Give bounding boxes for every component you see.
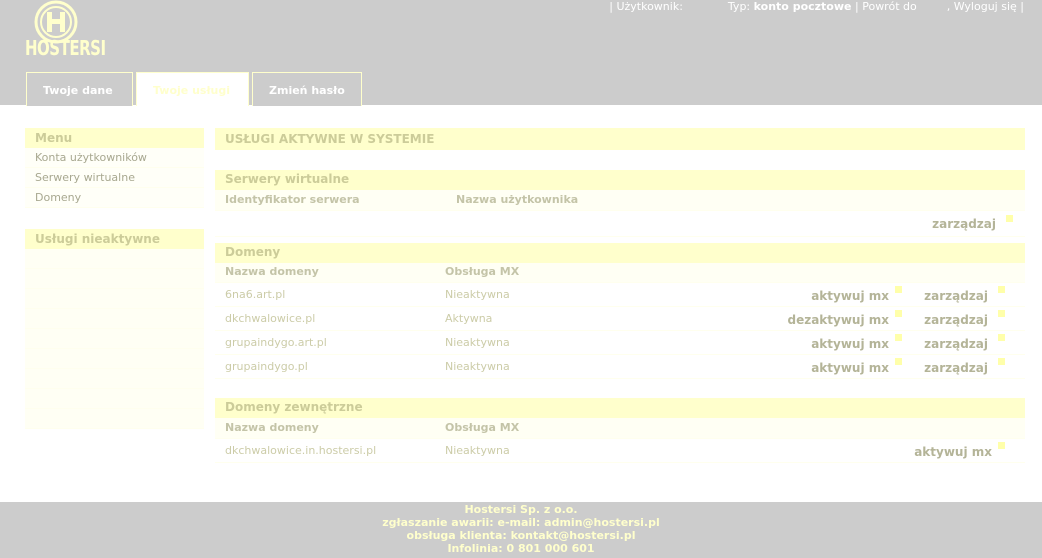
domain-mx-status: Nieaktywna [445, 288, 510, 301]
back-link[interactable]: Powrót do [862, 0, 917, 13]
domain-name: 6na6.art.pl [225, 288, 286, 301]
manage-square-icon [998, 310, 1005, 317]
domain-row: grupaindygo.art.pl Nieaktywna aktywuj mx… [215, 331, 1025, 355]
servers-section-title: Serwery wirtualne [215, 170, 1025, 190]
col-mx: Obsługa MX [445, 265, 520, 278]
manage-domain-link[interactable]: zarządzaj [924, 313, 988, 327]
user-topbar: | Użytkownik: Typ: konto pocztowe | Powr… [609, 0, 1024, 13]
manage-domain-link[interactable]: zarządzaj [924, 337, 988, 351]
sidebar-inactive-item[interactable] [25, 269, 204, 289]
sidebar: Menu Konta użytkowników Serwery wirtualn… [25, 128, 204, 429]
footer-hotline: Infolinia: 0 801 000 601 [447, 542, 595, 555]
sidebar-inactive-item[interactable] [25, 389, 204, 409]
footer-company: Hostersi Sp. z o.o. [464, 503, 578, 516]
domain-row: dkchwalowice.pl Aktywna dezaktywuj mx za… [215, 307, 1025, 331]
action-square-icon [895, 358, 902, 365]
manage-domain-link[interactable]: zarządzaj [924, 361, 988, 375]
external-domain-row: dkchwalowice.in.hostersi.pl Nieaktywna a… [215, 439, 1025, 463]
manage-domain-link[interactable]: zarządzaj [924, 289, 988, 303]
sidebar-inactive-title: Usługi nieaktywne [25, 229, 204, 249]
activate-mx-link[interactable]: aktywuj mx [811, 361, 889, 375]
sidebar-item-virtual-servers[interactable]: Serwery wirtualne [25, 168, 204, 188]
separator: | [855, 0, 859, 13]
sidebar-inactive-item[interactable] [25, 329, 204, 349]
sidebar-inactive-item[interactable] [25, 369, 204, 389]
sidebar-item-domains[interactable]: Domeny [25, 188, 204, 208]
sidebar-inactive-item[interactable] [25, 309, 204, 329]
action-square-icon [895, 286, 902, 293]
footer-contact-email: obsługa klienta: kontakt@hostersi.pl [406, 529, 636, 542]
sidebar-inactive-item[interactable] [25, 409, 204, 429]
action-square-icon [895, 310, 902, 317]
action-square-icon [895, 334, 902, 341]
activate-mx-link[interactable]: aktywuj mx [914, 445, 992, 459]
sidebar-inactive-item[interactable] [25, 349, 204, 369]
sidebar-inactive-item[interactable] [25, 249, 204, 269]
activate-mx-link[interactable]: aktywuj mx [811, 337, 889, 351]
manage-server-link[interactable]: zarządzaj [932, 217, 996, 231]
domain-name: grupaindygo.art.pl [225, 336, 327, 349]
domain-mx-status: Nieaktywna [445, 360, 510, 373]
domains-table-header: Nazwa domeny Obsługa MX [215, 263, 1025, 283]
col-domain-name: Nazwa domeny [225, 265, 319, 278]
sidebar-menu-title: Menu [25, 128, 204, 148]
action-square-icon [998, 442, 1005, 449]
manage-square-icon [998, 358, 1005, 365]
domain-name: dkchwalowice.pl [225, 312, 316, 325]
domain-row: 6na6.art.pl Nieaktywna aktywuj mx zarząd… [215, 283, 1025, 307]
domain-name: dkchwalowice.in.hostersi.pl [225, 444, 377, 457]
domain-mx-status: Nieaktywna [445, 444, 510, 457]
deactivate-mx-link[interactable]: dezaktywuj mx [787, 313, 889, 327]
footer: Hostersi Sp. z o.o. zgłaszanie awarii: e… [0, 502, 1042, 558]
separator: | [1020, 0, 1024, 13]
col-server-id: Identyfikator serwera [225, 193, 360, 206]
tab-your-services[interactable]: Twoje usługi [136, 72, 249, 106]
external-domains-table-header: Nazwa domeny Obsługa MX [215, 418, 1025, 439]
servers-table-header: Identyfikator serwera Nazwa użytkownika [215, 190, 1025, 211]
separator: | [609, 0, 613, 13]
footer-support-email: zgłaszanie awarii: e-mail: admin@hosters… [382, 516, 660, 529]
col-mx: Obsługa MX [445, 421, 520, 434]
domain-name: grupaindygo.pl [225, 360, 308, 373]
tab-bar: Twoje dane Twoje usługi Zmień hasło [26, 72, 362, 106]
type-value: konto pocztowe [753, 0, 852, 13]
manage-square-icon [998, 334, 1005, 341]
logout-link[interactable]: , Wyloguj się [947, 0, 1017, 13]
domain-mx-status: Aktywna [445, 312, 493, 325]
sidebar-inactive-item[interactable] [25, 289, 204, 309]
user-label: Użytkownik: [616, 0, 683, 13]
logo-text: HOSTERSI [25, 36, 106, 61]
domains-section-title: Domeny [215, 243, 1025, 263]
sidebar-item-user-accounts[interactable]: Konta użytkowników [25, 148, 204, 168]
domain-row: grupaindygo.pl Nieaktywna aktywuj mx zar… [215, 355, 1025, 379]
manage-square-icon [998, 286, 1005, 293]
header: HOSTERSI | Użytkownik: Typ: konto poczto… [0, 0, 1042, 106]
server-row: zarządzaj [215, 211, 1025, 237]
col-domain-name: Nazwa domeny [225, 421, 319, 434]
page-title: USŁUGI AKTYWNE W SYSTEMIE [215, 128, 1025, 150]
type-label: Typ: [727, 0, 751, 13]
domain-mx-status: Nieaktywna [445, 336, 510, 349]
activate-mx-link[interactable]: aktywuj mx [811, 289, 889, 303]
tab-change-password[interactable]: Zmień hasło [252, 72, 362, 106]
manage-square-icon [1006, 215, 1013, 222]
main-content: USŁUGI AKTYWNE W SYSTEMIE Serwery wirtua… [215, 128, 1025, 463]
tab-your-data[interactable]: Twoje dane [26, 72, 133, 106]
col-username: Nazwa użytkownika [456, 193, 579, 206]
external-domains-section-title: Domeny zewnętrzne [215, 398, 1025, 418]
